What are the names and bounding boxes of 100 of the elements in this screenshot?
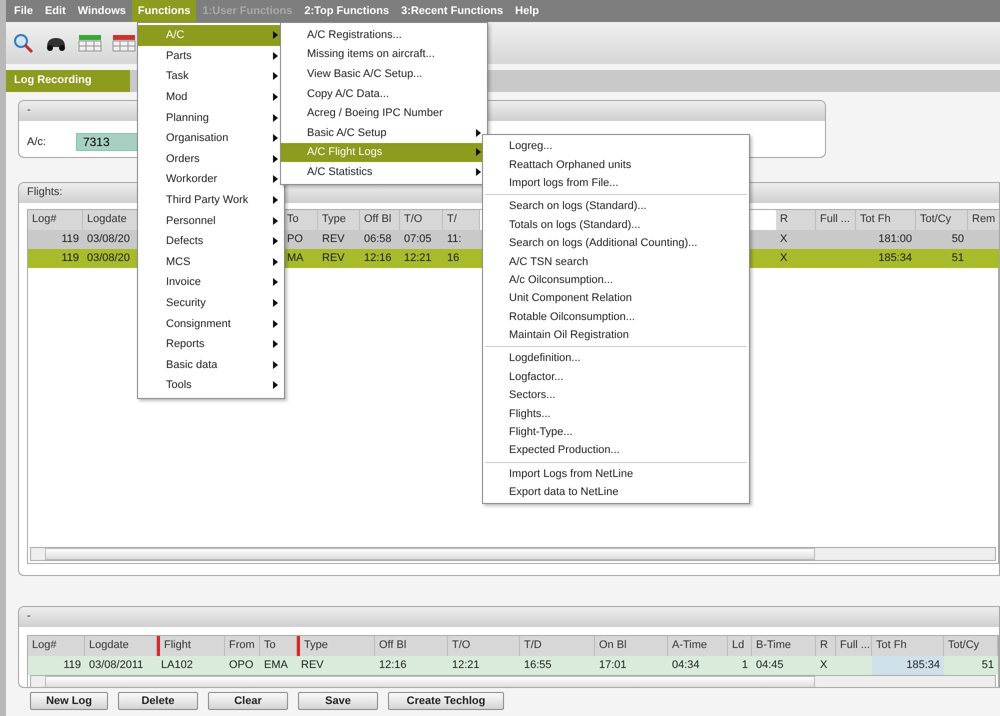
submenu-arrow-icon — [273, 237, 278, 246]
menu-item[interactable]: Totals on logs (Standard)... — [483, 216, 749, 234]
menu-item[interactable]: Unit Component Relation — [483, 289, 749, 308]
column-header[interactable]: To — [283, 210, 318, 230]
table-cell: 119 — [28, 230, 83, 249]
column-header[interactable]: Tot Fh — [856, 210, 916, 230]
menu-item[interactable]: Security — [138, 292, 284, 314]
action-button[interactable]: Create Techlog — [388, 692, 504, 710]
menu-item[interactable]: Search on logs (Additional Counting)... — [483, 234, 749, 252]
column-header[interactable]: R — [776, 210, 816, 230]
table-cell: X — [776, 230, 816, 249]
table-icon[interactable] — [78, 33, 102, 53]
table-cell: 16 — [443, 249, 480, 268]
horizontal-scrollbar[interactable] — [30, 675, 996, 687]
column-header[interactable]: On Bl — [595, 636, 668, 656]
column-header[interactable]: Full ... — [836, 636, 872, 656]
column-header[interactable]: Off Bl — [360, 210, 400, 230]
action-button[interactable]: Save — [298, 692, 378, 710]
column-header[interactable]: T/D — [520, 636, 595, 656]
menu-item[interactable]: Parts — [138, 46, 284, 66]
column-header[interactable]: A-Time — [668, 636, 728, 656]
table-cell: PO — [283, 230, 318, 249]
menu-item[interactable]: Export data to NetLine — [483, 483, 749, 502]
menu-item[interactable]: Missing items on aircraft... — [281, 44, 487, 64]
table-cell: 07:05 — [400, 230, 443, 249]
table-cell: 12:21 — [400, 249, 443, 268]
menu-bar-item[interactable]: Edit — [38, 0, 72, 22]
menu-item[interactable]: Tools — [138, 375, 284, 396]
table-cell: 11: — [443, 230, 480, 249]
submenu-arrow-icon — [273, 93, 278, 102]
submenu-arrow-icon — [273, 114, 278, 122]
submenu-arrow-icon — [273, 175, 278, 184]
table-cell: 185:34 — [872, 656, 944, 675]
table-cell: EMA — [260, 656, 297, 675]
menu-item[interactable]: Basic data — [138, 354, 284, 376]
column-header[interactable]: R — [816, 636, 836, 656]
column-header[interactable]: Log# — [28, 636, 85, 656]
column-header[interactable]: Tot Fh — [872, 636, 944, 656]
column-header[interactable]: To — [260, 636, 297, 656]
menu-bar-item[interactable]: Help — [509, 0, 545, 22]
table-cell: 12:16 — [360, 249, 400, 268]
menu-item[interactable]: Copy A/C Data... — [281, 84, 487, 104]
menu-item[interactable]: Import Logs from NetLine — [483, 464, 749, 484]
submenu-arrow-icon — [273, 258, 278, 266]
table-cell: 12:21 — [448, 656, 520, 675]
menu-item[interactable]: A/c Oilconsumption... — [483, 270, 749, 290]
menu-item[interactable]: Flights... — [483, 404, 749, 423]
table-cell: 185:34 — [856, 249, 916, 268]
menu-item[interactable]: Flight-Type... — [483, 422, 749, 442]
menu-item[interactable]: Maintain Oil Registration — [483, 326, 749, 344]
table-cell: 50 — [916, 230, 968, 249]
action-button[interactable]: New Log — [30, 692, 108, 710]
menu-item[interactable]: Expected Production... — [483, 441, 749, 460]
submenu-arrow-icon — [273, 340, 278, 348]
column-header[interactable]: T/O — [400, 210, 443, 230]
menu-item[interactable]: Logdefinition... — [483, 349, 749, 368]
menu-item[interactable]: Sectors... — [483, 386, 749, 404]
table-cell: X — [816, 656, 836, 675]
column-header[interactable]: Type — [318, 210, 360, 230]
menu-item[interactable]: Consignment — [138, 313, 284, 334]
column-header[interactable]: Off Bl — [375, 636, 448, 656]
column-header[interactable]: Ld — [728, 636, 752, 656]
column-header[interactable]: Log# — [28, 210, 83, 230]
column-header[interactable]: Tot/Cy — [944, 636, 998, 656]
column-header[interactable]: Rem — [968, 210, 999, 230]
menu-item[interactable]: Rotable Oilconsumption... — [483, 308, 749, 326]
submenu-arrow-icon — [273, 154, 278, 163]
action-button[interactable]: Delete — [118, 692, 198, 710]
table-cell: OPO — [225, 656, 260, 675]
column-header[interactable]: T/O — [448, 636, 520, 656]
menu-item[interactable]: Orders — [138, 148, 284, 170]
column-header[interactable]: Type — [297, 636, 375, 656]
table-cell: 181:00 — [856, 230, 916, 249]
table-cell: 04:34 — [668, 656, 728, 675]
grid-icon[interactable] — [112, 33, 136, 53]
column-header[interactable]: Flight — [157, 636, 225, 656]
menu-item[interactable]: Invoice — [138, 272, 284, 293]
menu-item[interactable]: A/C TSN search — [483, 252, 749, 271]
column-header[interactable]: Logdate — [85, 636, 157, 656]
column-header[interactable]: From — [225, 636, 260, 656]
menu-bar-item[interactable]: 3:Recent Functions — [395, 0, 510, 22]
menu-bar-item[interactable]: Windows — [72, 0, 132, 22]
menu-item[interactable]: Logfactor... — [483, 368, 749, 386]
horizontal-scrollbar[interactable] — [30, 547, 996, 561]
menu-item[interactable]: Acreg / Boeing IPC Number — [281, 103, 487, 123]
column-header[interactable]: Full ... — [816, 210, 856, 230]
search-icon[interactable] — [12, 32, 34, 54]
menu-item[interactable]: View Basic A/C Setup... — [281, 64, 487, 84]
column-header[interactable]: T/ — [443, 210, 480, 230]
column-header[interactable]: Tot/Cy — [916, 210, 968, 230]
table-cell: 51 — [916, 249, 968, 268]
action-button[interactable]: Clear — [208, 692, 288, 710]
menu-item[interactable]: Reports — [138, 334, 284, 354]
column-header[interactable]: B-Time — [752, 636, 816, 656]
table-cell: 04:45 — [752, 656, 816, 675]
menu-item[interactable]: A/C Registrations... — [281, 25, 487, 45]
menu-item[interactable]: Task — [138, 66, 284, 87]
menu-bar-item[interactable]: File — [8, 0, 39, 22]
table-cell: X — [776, 249, 816, 268]
menu-bar-item[interactable]: 2:Top Functions — [298, 0, 396, 22]
